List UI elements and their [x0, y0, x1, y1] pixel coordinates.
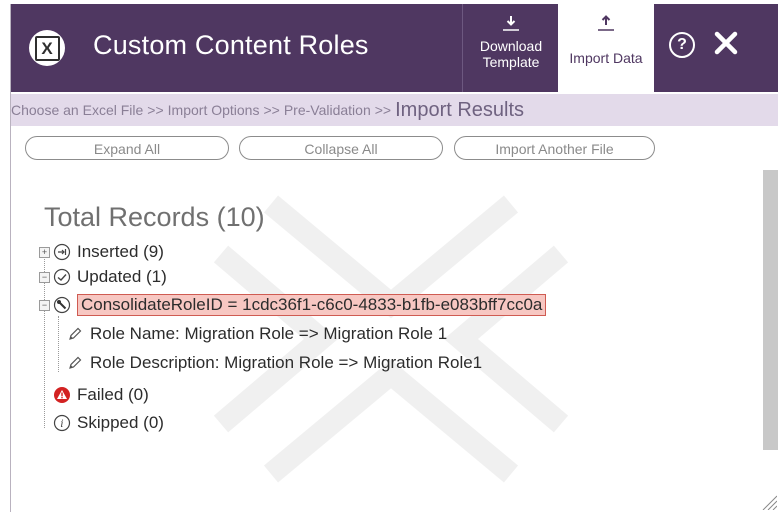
tree-node-role-description-change: Role Description: Migration Role => Migr…	[66, 351, 482, 375]
collapse-toggle-icon[interactable]: −	[39, 271, 50, 283]
breadcrumb-separator: >>	[147, 102, 164, 118]
download-template-label-line2: Template	[482, 54, 540, 70]
breadcrumb-current-step: Import Results	[395, 98, 525, 121]
import-data-button[interactable]: Import Data	[558, 4, 654, 92]
info-circle-icon: i	[53, 414, 71, 432]
role-description-change-label: Role Description: Migration Role => Migr…	[90, 353, 483, 372]
pencil-icon	[69, 356, 82, 369]
results-panel: Total Records (10) + Inserted (9) − Upda…	[11, 164, 763, 512]
failed-label: Failed (0)	[77, 385, 149, 404]
tree-connector-line	[58, 316, 59, 372]
warning-triangle-icon	[54, 387, 70, 403]
check-circle-icon	[53, 268, 71, 286]
tree-node-inserted[interactable]: + Inserted (9)	[39, 240, 164, 264]
breadcrumb-separator: >>	[263, 102, 280, 118]
help-icon[interactable]: ?	[669, 32, 695, 58]
updated-label: Updated (1)	[77, 267, 167, 286]
title-bar: X Custom Content Roles Download Template…	[11, 4, 778, 92]
collapse-toggle-icon[interactable]: −	[39, 299, 50, 311]
tree-node-failed[interactable]: Failed (0)	[53, 383, 149, 407]
download-template-button[interactable]: Download Template	[462, 4, 559, 92]
role-name-change-label: Role Name: Migration Role => Migration R…	[90, 324, 448, 343]
import-another-file-button[interactable]: Import Another File	[454, 136, 655, 160]
pencil-icon	[69, 327, 82, 340]
close-icon[interactable]	[713, 30, 739, 56]
breadcrumb-separator: >>	[374, 102, 392, 118]
excel-logo-icon: X	[29, 30, 65, 66]
total-records-heading: Total Records (10)	[44, 202, 265, 232]
inserted-label: Inserted (9)	[77, 242, 164, 261]
record-id-label: ConsolidateRoleID = 1cdc36f1-c6c0-4833-b…	[77, 294, 547, 316]
svg-text:i: i	[60, 419, 63, 430]
collapse-all-button[interactable]: Collapse All	[239, 136, 443, 160]
breadcrumb-step-pre-validation: Pre-Validation	[283, 102, 371, 118]
wrench-circle-icon	[53, 296, 71, 314]
tree-node-role-name-change: Role Name: Migration Role => Migration R…	[66, 322, 447, 346]
vertical-scrollbar[interactable]	[763, 164, 778, 512]
tree-node-updated-record[interactable]: − ConsolidateRoleID = 1cdc36f1-c6c0-4833…	[39, 293, 547, 317]
resize-grip-icon[interactable]	[759, 494, 777, 510]
page-title: Custom Content Roles	[93, 30, 369, 60]
scrollbar-thumb[interactable]	[763, 170, 778, 450]
download-icon	[503, 16, 519, 31]
download-template-label-line1: Download	[479, 38, 543, 54]
upload-icon	[598, 15, 614, 31]
tree-node-updated[interactable]: − Updated (1)	[39, 265, 167, 289]
breadcrumb: Choose an Excel File >> Import Options >…	[11, 94, 778, 126]
breadcrumb-step-import-options: Import Options	[167, 102, 260, 118]
skipped-label: Skipped (0)	[77, 413, 164, 432]
tree-node-skipped[interactable]: i Skipped (0)	[53, 411, 164, 435]
import-data-label: Import Data	[569, 50, 643, 66]
breadcrumb-step-choose-file: Choose an Excel File	[11, 102, 144, 118]
expand-toggle-icon[interactable]: +	[39, 246, 50, 258]
import-window: X Custom Content Roles Download Template…	[10, 4, 778, 512]
expand-all-button[interactable]: Expand All	[25, 136, 229, 160]
logo-letter: X	[34, 35, 60, 61]
insert-circle-icon	[53, 243, 71, 261]
